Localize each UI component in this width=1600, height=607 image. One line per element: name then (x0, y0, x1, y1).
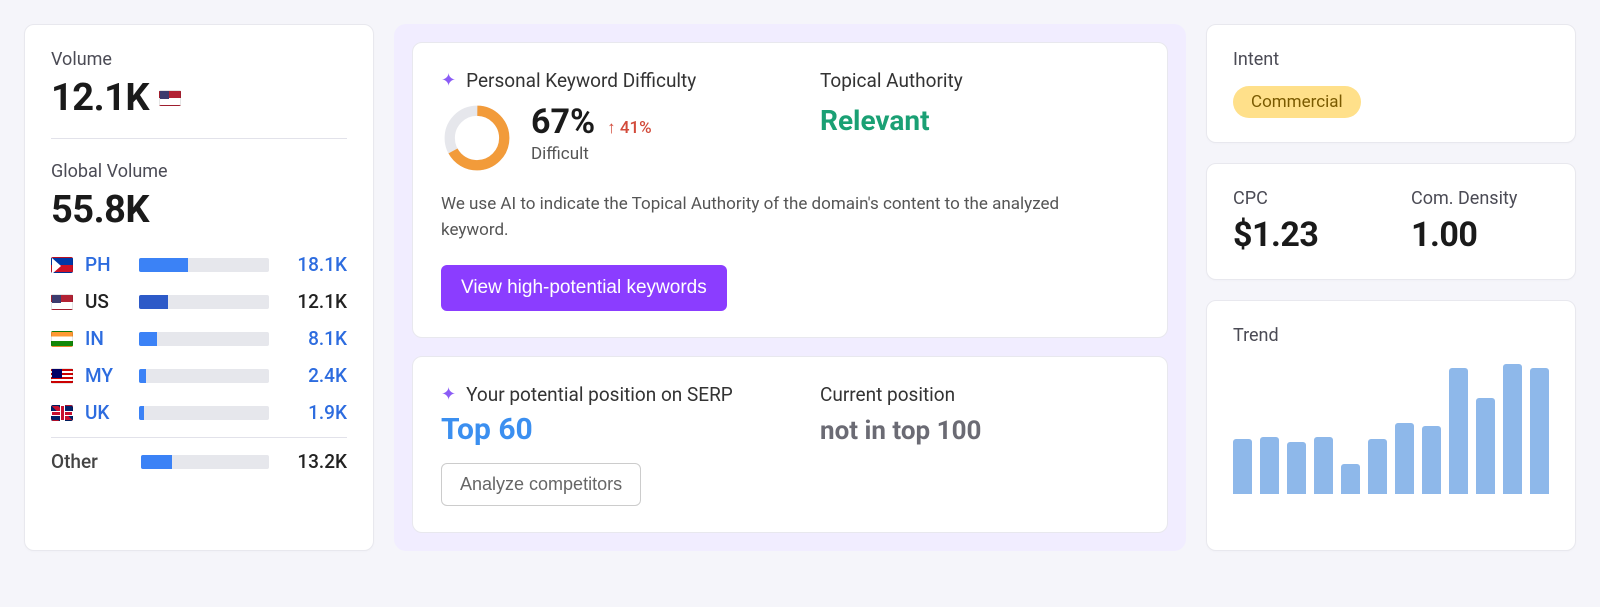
difficulty-percent: 67% (531, 102, 595, 142)
volume-card: Volume 12.1K Global Volume 55.8K PH 18.1… (24, 24, 374, 551)
topical-authority-value: Relevant (820, 104, 1139, 137)
us-flag-icon (51, 294, 73, 310)
country-code: UK (85, 401, 127, 424)
ai-insights-section: ✦ Personal Keyword Difficulty 67% ↑ 41% (394, 24, 1186, 551)
country-volume: 18.1K (281, 253, 347, 276)
right-metrics-column: Intent Commercial CPC $1.23 Com. Density… (1206, 24, 1576, 551)
country-code: IN (85, 327, 127, 350)
country-volume: 1.9K (281, 401, 347, 424)
country-volume: 12.1K (281, 290, 347, 313)
trend-bar (1368, 439, 1387, 494)
cpc-label: CPC (1233, 188, 1371, 209)
trend-bar (1476, 398, 1495, 494)
country-row-uk[interactable]: UK 1.9K (51, 394, 347, 431)
other-label: Other (51, 450, 129, 473)
view-high-potential-keywords-button[interactable]: View high-potential keywords (441, 265, 727, 311)
topical-authority-block: Topical Authority Relevant (820, 69, 1139, 174)
volume-bar (141, 455, 269, 469)
difficulty-block: ✦ Personal Keyword Difficulty 67% ↑ 41% (441, 69, 760, 174)
volume-value: 12.1K (51, 76, 149, 120)
current-position-value: not in top 100 (820, 416, 1139, 446)
country-row-us[interactable]: US 12.1K (51, 283, 347, 320)
country-code: MY (85, 364, 127, 387)
potential-position-title: ✦ Your potential position on SERP (441, 383, 760, 406)
com-density-label: Com. Density (1411, 188, 1549, 209)
trend-card: Trend (1206, 300, 1576, 551)
country-row-in[interactable]: IN 8.1K (51, 320, 347, 357)
difficulty-donut-icon (441, 102, 513, 174)
serp-position-card: ✦ Your potential position on SERP Top 60… (412, 356, 1168, 533)
in-flag-icon (51, 331, 73, 347)
intent-label: Intent (1233, 49, 1549, 70)
sparkle-icon: ✦ (441, 70, 456, 91)
trend-bar (1422, 426, 1441, 494)
cpc-value: $1.23 (1233, 215, 1371, 255)
difficulty-delta: ↑ 41% (607, 118, 652, 138)
difficulty-title-text: Personal Keyword Difficulty (466, 69, 696, 92)
trend-bar (1233, 439, 1252, 494)
other-volume: 13.2K (281, 450, 347, 473)
volume-label: Volume (51, 49, 347, 70)
cpc-block: CPC $1.23 (1233, 188, 1371, 255)
trend-label: Trend (1233, 325, 1549, 346)
cpc-density-card: CPC $1.23 Com. Density 1.00 (1206, 163, 1576, 280)
current-position-title: Current position (820, 383, 1139, 406)
country-code: PH (85, 253, 127, 276)
intent-card: Intent Commercial (1206, 24, 1576, 143)
sparkle-icon: ✦ (441, 384, 456, 405)
volume-value-row: 12.1K (51, 76, 347, 120)
country-row-my[interactable]: MY 2.4K (51, 357, 347, 394)
potential-position-title-text: Your potential position on SERP (466, 383, 733, 406)
trend-bar (1341, 464, 1360, 494)
volume-bar (139, 369, 269, 383)
uk-flag-icon (51, 405, 73, 421)
country-volume-list: PH 18.1K US 12.1K IN 8.1K MY 2.4K (51, 246, 347, 480)
ai-description: We use AI to indicate the Topical Author… (441, 192, 1061, 243)
my-flag-icon (51, 368, 73, 384)
keyword-overview-dashboard: Volume 12.1K Global Volume 55.8K PH 18.1… (24, 24, 1576, 551)
country-row-ph[interactable]: PH 18.1K (51, 246, 347, 283)
country-code: US (85, 290, 127, 313)
global-volume-value: 55.8K (51, 188, 347, 232)
difficulty-title: ✦ Personal Keyword Difficulty (441, 69, 760, 92)
intent-badge: Commercial (1233, 86, 1361, 118)
trend-bar (1503, 364, 1522, 494)
potential-position-value: Top 60 (441, 412, 760, 447)
trend-bar (1314, 437, 1333, 494)
volume-bar (139, 332, 269, 346)
volume-bar (139, 406, 269, 420)
country-volume: 2.4K (281, 364, 347, 387)
country-volume: 8.1K (281, 327, 347, 350)
volume-bar (139, 258, 269, 272)
topical-authority-title: Topical Authority (820, 69, 1139, 92)
country-row-other: Other 13.2K (51, 437, 347, 480)
analyze-competitors-button[interactable]: Analyze competitors (441, 463, 641, 506)
volume-bar (139, 295, 269, 309)
trend-bar (1287, 442, 1306, 494)
difficulty-sub: Difficult (531, 144, 652, 164)
potential-position-block: ✦ Your potential position on SERP Top 60… (441, 383, 760, 506)
trend-bar (1395, 423, 1414, 494)
us-flag-icon (159, 90, 181, 106)
trend-bar (1260, 437, 1279, 494)
ph-flag-icon (51, 257, 73, 273)
com-density-block: Com. Density 1.00 (1411, 188, 1549, 255)
divider (51, 138, 347, 139)
difficulty-authority-card: ✦ Personal Keyword Difficulty 67% ↑ 41% (412, 42, 1168, 338)
trend-bar (1530, 368, 1549, 494)
global-volume-label: Global Volume (51, 161, 347, 182)
current-position-block: Current position not in top 100 (820, 383, 1139, 506)
trend-chart (1233, 364, 1549, 494)
com-density-value: 1.00 (1411, 215, 1549, 255)
trend-bar (1449, 368, 1468, 494)
